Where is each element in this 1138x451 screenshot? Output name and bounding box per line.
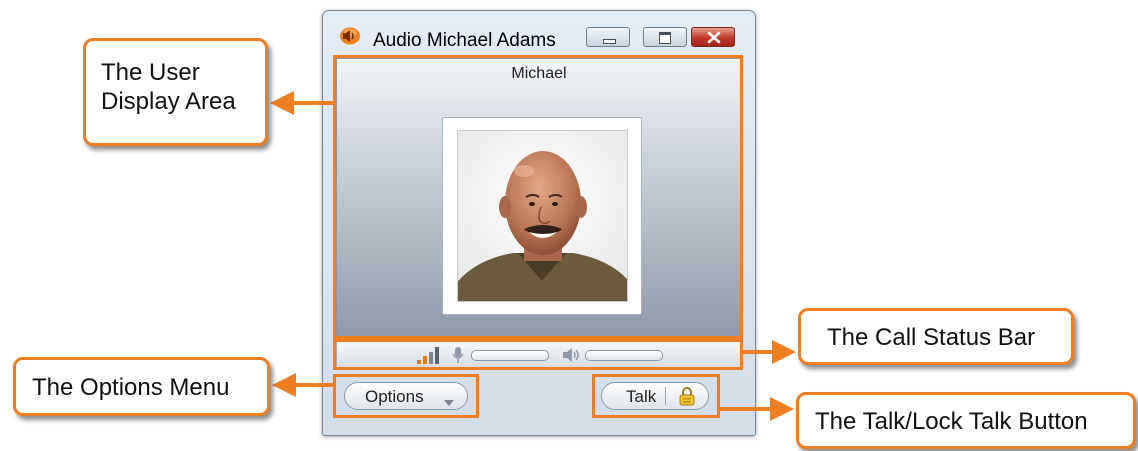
callout-options-text: The Options Menu [32, 374, 230, 401]
callout-talk-text: The Talk/Lock Talk Button [815, 408, 1088, 435]
callout-talk-lock: The Talk/Lock Talk Button [796, 392, 1136, 449]
callout-user-line1: The User [101, 59, 200, 86]
callout-user-display-area: The User Display Area [83, 38, 268, 146]
callout-status-text: The Call Status Bar [827, 324, 1036, 351]
callout-options-menu: The Options Menu [13, 357, 270, 416]
callout-user-line2: Display Area [101, 87, 236, 115]
callout-call-status-bar: The Call Status Bar [798, 308, 1074, 365]
